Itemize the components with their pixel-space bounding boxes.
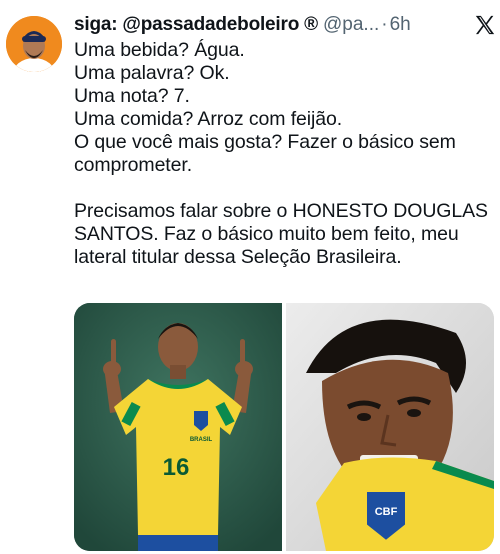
- cbf-badge-text: CBF: [375, 506, 398, 518]
- tweet-line: Uma comida? Arroz com feijão.: [74, 108, 343, 130]
- timestamp[interactable]: 6h: [390, 14, 411, 36]
- tweet-line: SANTOS. Faz o básico muito bem feito, me…: [74, 223, 459, 245]
- tweet-line: Precisamos falar sobre o HONESTO DOUGLAS: [74, 200, 488, 222]
- photo-player-biting-shirt[interactable]: CBF: [286, 303, 494, 551]
- player-pointing-illustration: BRASIL 16: [74, 303, 282, 551]
- tweet-header: siga: @passadadeboleiro ® @pa... · 6h: [74, 12, 488, 38]
- x-logo-icon[interactable]: [474, 14, 496, 36]
- jersey-brasil-text: BRASIL: [190, 437, 213, 443]
- tweet-line: O que você mais gosta? Fazer o básico se…: [74, 131, 456, 153]
- avatar[interactable]: [6, 16, 62, 72]
- user-handle[interactable]: @pa...: [323, 14, 379, 36]
- jersey-number: 16: [163, 454, 190, 481]
- avatar-image: [6, 16, 62, 72]
- tweet-line: Uma bebida? Água.: [74, 39, 245, 61]
- tweet-media[interactable]: BRASIL 16 CBF: [74, 303, 494, 551]
- photo-player-pointing[interactable]: BRASIL 16: [74, 303, 282, 551]
- tweet-text: Uma bebida? Água. Uma palavra? Ok. Uma n…: [74, 39, 489, 269]
- tweet-line: lateral titular dessa Seleção Brasileira…: [74, 246, 402, 268]
- tweet-line: Uma palavra? Ok.: [74, 62, 230, 84]
- tweet-line: Uma nota? 7.: [74, 85, 190, 107]
- tweet-line: comprometer.: [74, 154, 193, 176]
- separator-dot: ·: [381, 14, 388, 35]
- player-biting-shirt-illustration: CBF: [286, 303, 494, 551]
- display-name[interactable]: siga: @passadadeboleiro ®: [74, 14, 318, 36]
